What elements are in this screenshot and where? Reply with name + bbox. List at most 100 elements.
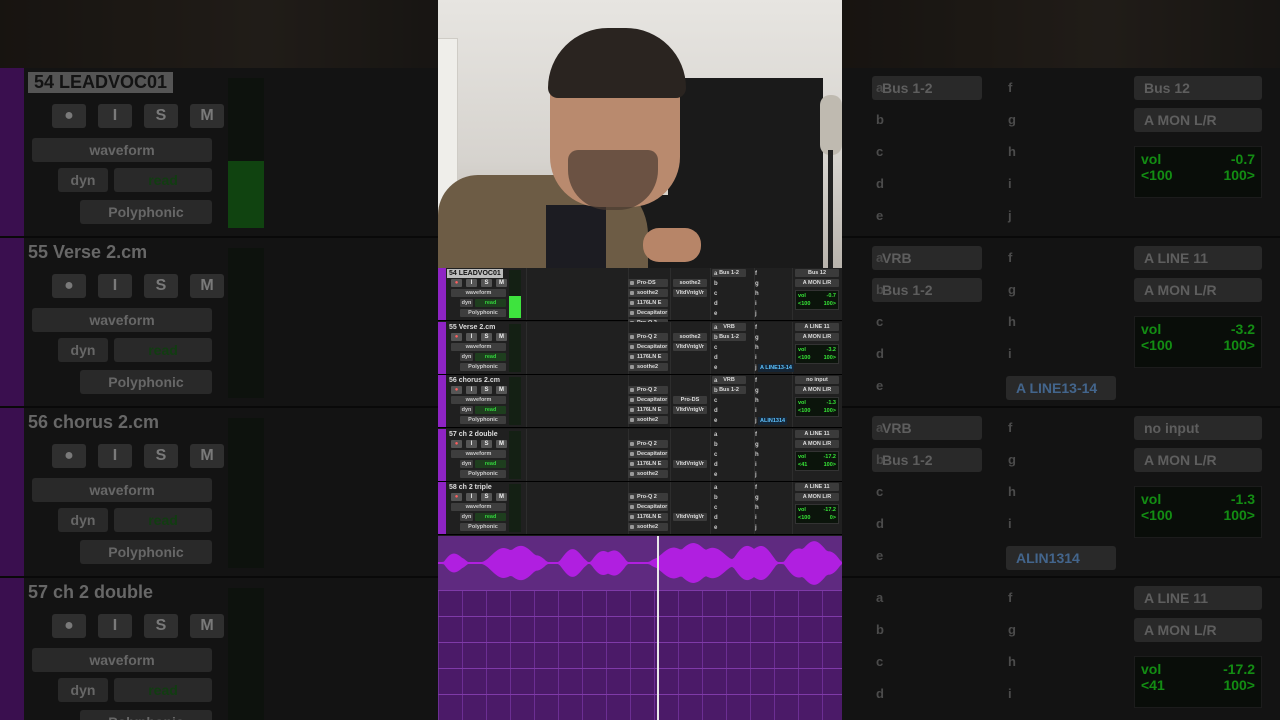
insert-slot-b[interactable]: soothe2 xyxy=(673,279,707,287)
track-name[interactable]: 55 Verse 2.cm xyxy=(447,323,497,332)
insert-bypass-led[interactable] xyxy=(630,408,634,413)
insert-bypass-led[interactable] xyxy=(630,334,634,339)
input-monitor-button[interactable]: I xyxy=(466,332,477,341)
track-view-selector[interactable]: waveform xyxy=(451,449,506,458)
insert-slot[interactable]: 1176LN E xyxy=(628,299,668,307)
automation-mode-selector[interactable]: read xyxy=(475,352,506,361)
insert-slot-b[interactable]: VltdVntgVr xyxy=(673,289,707,297)
insert-slot[interactable]: soothe2 xyxy=(628,469,668,478)
insert-slot[interactable]: soothe2 xyxy=(628,289,668,297)
solo-button[interactable]: S xyxy=(481,279,492,287)
insert-slot-b[interactable]: Pro-DS xyxy=(673,396,707,405)
track-color-strip[interactable] xyxy=(438,321,446,374)
insert-slot-b[interactable]: VltdVntgVr xyxy=(673,459,707,468)
volume-pan-display[interactable]: vol -1.3 <100 100> xyxy=(795,397,839,418)
track-name[interactable]: 57 ch 2 double xyxy=(447,430,500,439)
output-selector[interactable]: Bus 12 xyxy=(795,269,839,277)
mute-button[interactable]: M xyxy=(496,493,507,502)
insert-bypass-led[interactable] xyxy=(630,461,634,466)
output-selector[interactable]: A LINE 11 xyxy=(795,483,839,492)
insert-bypass-led[interactable] xyxy=(630,388,634,393)
input-monitor-button[interactable]: I xyxy=(466,279,477,287)
solo-button[interactable]: S xyxy=(481,439,492,448)
solo-button[interactable]: S xyxy=(481,332,492,341)
track-view-selector[interactable]: waveform xyxy=(451,289,506,297)
voice-selector[interactable]: Polyphonic xyxy=(460,416,506,425)
track-view-selector[interactable]: waveform xyxy=(451,342,506,351)
insert-slot-b[interactable]: VltdVntgVr xyxy=(673,513,707,522)
insert-slot[interactable]: soothe2 xyxy=(628,362,668,371)
insert-bypass-led[interactable] xyxy=(630,291,634,295)
playlist-selector[interactable]: dyn xyxy=(460,459,473,468)
automation-mode-selector[interactable]: read xyxy=(475,513,506,522)
insert-bypass-led[interactable] xyxy=(630,398,634,403)
automation-mode-selector[interactable]: read xyxy=(475,406,506,415)
track-name[interactable]: 56 chorus 2.cm xyxy=(447,376,502,385)
audio-region[interactable] xyxy=(438,536,842,590)
automation-mode-selector[interactable]: read xyxy=(475,459,506,468)
track-view-selector[interactable]: waveform xyxy=(451,396,506,405)
insert-slot[interactable]: Pro-Q 2 xyxy=(628,439,668,448)
output-selector[interactable]: no input xyxy=(795,376,839,385)
insert-slot[interactable]: Decapitator xyxy=(628,309,668,317)
insert-bypass-led[interactable] xyxy=(630,471,634,476)
input-selector[interactable]: A MON L/R xyxy=(795,279,839,287)
insert-slot[interactable]: Pro-DS xyxy=(628,279,668,287)
insert-bypass-led[interactable] xyxy=(630,515,634,520)
mute-button[interactable]: M xyxy=(496,439,507,448)
insert-slot-b[interactable]: VltdVntgVr xyxy=(673,406,707,415)
voice-selector[interactable]: Polyphonic xyxy=(460,362,506,371)
insert-slot[interactable]: Decapitator xyxy=(628,342,668,351)
input-selector[interactable]: A MON L/R xyxy=(795,332,839,341)
track-name[interactable]: 54 LEADVOC01 xyxy=(447,269,503,278)
insert-slot[interactable]: Pro-Q 2 xyxy=(628,493,668,502)
insert-bypass-led[interactable] xyxy=(630,344,634,349)
insert-slot[interactable]: 1176LN E xyxy=(628,459,668,468)
insert-slot[interactable]: Decapitator xyxy=(628,449,668,458)
input-monitor-button[interactable]: I xyxy=(466,386,477,395)
automation-mode-selector[interactable]: read xyxy=(475,299,506,307)
insert-bypass-led[interactable] xyxy=(630,451,634,456)
record-button[interactable]: ● xyxy=(451,386,462,395)
insert-bypass-led[interactable] xyxy=(630,301,634,305)
voice-selector[interactable]: Polyphonic xyxy=(460,309,506,317)
insert-bypass-led[interactable] xyxy=(630,495,634,500)
record-button[interactable]: ● xyxy=(451,439,462,448)
mute-button[interactable]: M xyxy=(496,279,507,287)
solo-button[interactable]: S xyxy=(481,493,492,502)
volume-pan-display[interactable]: vol -3.2 <100 100> xyxy=(795,343,839,364)
insert-slot[interactable]: 1176LN E xyxy=(628,406,668,415)
insert-slot[interactable]: soothe2 xyxy=(628,416,668,425)
track-color-strip[interactable] xyxy=(438,268,446,320)
insert-slot[interactable]: Pro-Q 2 xyxy=(628,386,668,395)
insert-bypass-led[interactable] xyxy=(630,311,634,315)
voice-selector[interactable]: Polyphonic xyxy=(460,469,506,478)
playlist-selector[interactable]: dyn xyxy=(460,513,473,522)
insert-slot[interactable]: Pro-Q 2 xyxy=(628,332,668,341)
insert-slot-b[interactable]: VltdVntgVr xyxy=(673,342,707,351)
insert-bypass-led[interactable] xyxy=(630,281,634,285)
playlist-selector[interactable]: dyn xyxy=(460,352,473,361)
output-selector[interactable]: A LINE 11 xyxy=(795,322,839,331)
insert-slot-b[interactable]: soothe2 xyxy=(673,332,707,341)
output-selector[interactable]: A LINE 11 xyxy=(795,429,839,438)
insert-slot[interactable]: 1176LN E xyxy=(628,352,668,361)
input-label[interactable]: A LINE13-14 xyxy=(758,363,794,372)
playlist-selector[interactable]: dyn xyxy=(460,299,473,307)
input-monitor-button[interactable]: I xyxy=(466,493,477,502)
record-button[interactable]: ● xyxy=(451,493,462,502)
track-name[interactable]: 58 ch 2 triple xyxy=(447,483,494,492)
record-button[interactable]: ● xyxy=(451,279,462,287)
input-label[interactable]: ALIN1314 xyxy=(758,417,788,426)
record-button[interactable]: ● xyxy=(451,332,462,341)
volume-pan-display[interactable]: vol -17.2 <41 100> xyxy=(795,450,839,471)
insert-slot[interactable]: Decapitator xyxy=(628,396,668,405)
track-color-strip[interactable] xyxy=(438,375,446,428)
input-selector[interactable]: A MON L/R xyxy=(795,493,839,502)
timeline-grid[interactable] xyxy=(438,590,842,720)
insert-bypass-led[interactable] xyxy=(630,525,634,530)
track-color-strip[interactable] xyxy=(438,482,446,535)
insert-bypass-led[interactable] xyxy=(630,354,634,359)
input-monitor-button[interactable]: I xyxy=(466,439,477,448)
insert-bypass-led[interactable] xyxy=(630,364,634,369)
